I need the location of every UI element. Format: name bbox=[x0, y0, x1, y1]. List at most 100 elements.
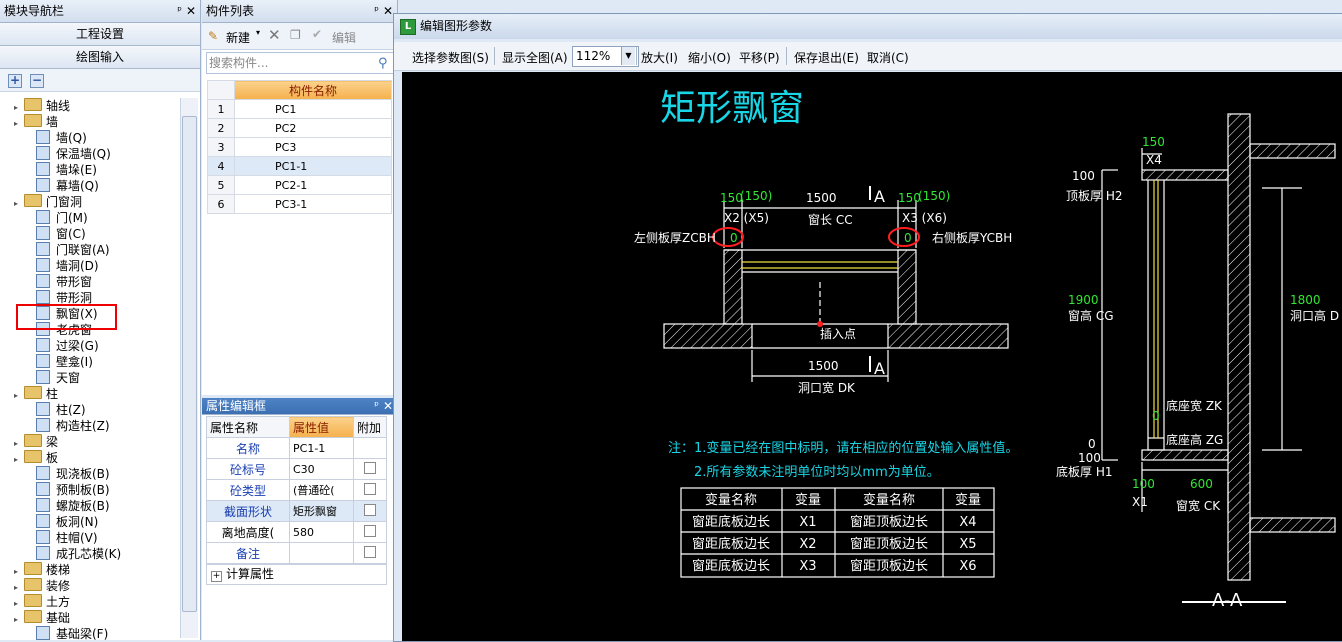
section-mark-bottom: A bbox=[874, 359, 885, 378]
tree-item[interactable]: 天窗 bbox=[36, 370, 80, 386]
menu-zoom-out[interactable]: 缩小(O) bbox=[688, 49, 731, 66]
property-value[interactable]: (普通砼( bbox=[289, 479, 354, 501]
tree-item[interactable]: 预制板(B) bbox=[36, 482, 110, 498]
table-row[interactable]: 2 PC2 bbox=[207, 118, 392, 138]
close-icon[interactable]: ✕ bbox=[383, 0, 393, 22]
search-icon[interactable]: ⚲ bbox=[378, 56, 388, 71]
tree-item[interactable]: 现浇板(B) bbox=[36, 466, 110, 482]
tree-item[interactable]: 保温墙(Q) bbox=[36, 146, 111, 162]
table-row[interactable]: 3 PC3 bbox=[207, 137, 392, 157]
component-name-cell[interactable]: PC1-1 bbox=[234, 156, 392, 176]
table-row[interactable]: 1 PC1 bbox=[207, 99, 392, 119]
chevron-down-icon[interactable]: ▼ bbox=[621, 47, 635, 65]
expand-arrow-icon[interactable]: ▸ bbox=[14, 116, 24, 132]
component-name-cell[interactable]: PC1 bbox=[234, 99, 392, 119]
property-row[interactable]: 离地高度(580 bbox=[206, 521, 387, 543]
tree-item[interactable]: 门联窗(A) bbox=[36, 242, 110, 258]
extra-checkbox[interactable] bbox=[364, 525, 376, 537]
pin-icon[interactable]: ᵖ bbox=[177, 0, 182, 22]
tree-item[interactable]: 墙洞(D) bbox=[36, 258, 99, 274]
property-value[interactable]: C30 bbox=[289, 458, 354, 480]
menu-cancel[interactable]: 取消(C) bbox=[867, 49, 909, 66]
tree-item[interactable]: 柱帽(V) bbox=[36, 530, 98, 546]
component-icon bbox=[36, 130, 50, 144]
project-settings-button[interactable]: 工程设置 bbox=[0, 23, 200, 46]
expand-arrow-icon[interactable]: ▸ bbox=[14, 196, 24, 212]
expand-arrow-icon[interactable]: ▸ bbox=[14, 452, 24, 468]
extra-checkbox[interactable] bbox=[364, 462, 376, 474]
component-name-cell[interactable]: PC3-1 bbox=[234, 194, 392, 214]
expand-all-icon[interactable]: + bbox=[8, 74, 22, 88]
tree-item[interactable]: 成孔芯模(K) bbox=[36, 546, 121, 562]
tree-item[interactable]: 构造柱(Z) bbox=[36, 418, 110, 434]
tree-item[interactable]: 基础梁(F) bbox=[36, 626, 108, 640]
tree-folder[interactable]: ▸ 装修 bbox=[14, 578, 70, 594]
close-icon[interactable]: ✕ bbox=[383, 398, 393, 414]
tree-item[interactable]: 螺旋板(B) bbox=[36, 498, 110, 514]
component-name-cell[interactable]: PC3 bbox=[234, 137, 392, 157]
delete-icon[interactable]: ✕ bbox=[268, 26, 281, 44]
menu-save-exit[interactable]: 保存退出(E) bbox=[794, 49, 859, 66]
menu-pan[interactable]: 平移(P) bbox=[739, 49, 780, 66]
copy-icon[interactable]: ❐ bbox=[290, 28, 301, 42]
property-row[interactable]: 名称 PC1-1 bbox=[206, 437, 387, 459]
tree-folder[interactable]: ▸ 楼梯 bbox=[14, 562, 70, 578]
property-value[interactable]: 580 bbox=[289, 521, 354, 543]
tree-folder[interactable]: ▸ 土方 bbox=[14, 594, 70, 610]
dropdown-icon[interactable]: ▾ bbox=[256, 28, 260, 37]
property-name: 截面形状 bbox=[206, 500, 290, 522]
property-row[interactable]: 截面形状 矩形飘窗 bbox=[206, 500, 387, 522]
menu-zoom-in[interactable]: 放大(I) bbox=[641, 49, 678, 66]
table-row[interactable]: 6 PC3-1 bbox=[207, 194, 392, 214]
label-seat-width: 底座宽 ZK bbox=[1166, 398, 1223, 413]
close-icon[interactable]: ✕ bbox=[186, 0, 196, 22]
expand-arrow-icon[interactable]: ▸ bbox=[14, 388, 24, 404]
dim-1500-bottom: 1500 bbox=[808, 359, 839, 373]
collapse-all-icon[interactable]: − bbox=[30, 74, 44, 88]
expand-arrow-icon[interactable]: ▸ bbox=[14, 612, 24, 628]
tree-scroll-thumb[interactable] bbox=[182, 116, 197, 612]
tree-item[interactable]: 幕墙(Q) bbox=[36, 178, 99, 194]
extra-checkbox[interactable] bbox=[364, 546, 376, 558]
tree-folder[interactable]: ▸ 梁 bbox=[14, 434, 58, 450]
drawing-canvas[interactable]: 矩形飘窗 150 (150) 1500 150 (150) A X2 (X5) … bbox=[402, 72, 1342, 641]
expand-icon[interactable]: + bbox=[211, 571, 222, 582]
tree-folder[interactable]: ▸ 柱 bbox=[14, 386, 58, 402]
table-row[interactable]: 5 PC2-1 bbox=[207, 175, 392, 195]
extra-checkbox[interactable] bbox=[364, 483, 376, 495]
pin-icon[interactable]: ᵖ bbox=[374, 398, 379, 414]
property-row[interactable]: 砼类型 (普通砼( bbox=[206, 479, 387, 501]
tree-item[interactable]: 窗(C) bbox=[36, 226, 86, 242]
drawing-input-button[interactable]: 绘图输入 bbox=[0, 46, 200, 69]
tree-item[interactable]: 过梁(G) bbox=[36, 338, 99, 354]
tree-item[interactable]: 带形窗 bbox=[36, 274, 92, 290]
calc-props-row[interactable]: + 计算属性 bbox=[206, 564, 387, 585]
property-value[interactable]: PC1-1 bbox=[289, 437, 354, 459]
property-value[interactable]: 矩形飘窗 bbox=[289, 500, 354, 522]
tree-folder[interactable]: ▸ 板 bbox=[14, 450, 58, 466]
new-button[interactable]: 新建 bbox=[226, 29, 250, 46]
tree-folder[interactable]: ▸ 墙 bbox=[14, 114, 58, 130]
pin-icon[interactable]: ᵖ bbox=[374, 0, 379, 22]
menu-select-param-image[interactable]: 选择参数图(S) bbox=[412, 49, 489, 66]
edit-button[interactable]: 编辑 bbox=[332, 29, 356, 46]
tree-folder[interactable]: ▸ 门窗洞 bbox=[14, 194, 82, 210]
tree-item[interactable]: 墙垛(E) bbox=[36, 162, 97, 178]
tree-folder[interactable]: ▸ 轴线 bbox=[14, 98, 70, 114]
component-name-cell[interactable]: PC2 bbox=[234, 118, 392, 138]
tree-item[interactable]: 门(M) bbox=[36, 210, 88, 226]
tree-item[interactable]: 壁龛(I) bbox=[36, 354, 93, 370]
property-row[interactable]: 砼标号 C30 bbox=[206, 458, 387, 480]
component-search-input[interactable]: 搜索构件... bbox=[206, 52, 395, 74]
extra-checkbox[interactable] bbox=[364, 504, 376, 516]
menu-show-all[interactable]: 显示全图(A) bbox=[502, 49, 568, 66]
tree-item[interactable]: 柱(Z) bbox=[36, 402, 86, 418]
property-value[interactable] bbox=[289, 542, 354, 564]
property-row[interactable]: 备注 bbox=[206, 542, 387, 564]
tree-folder[interactable]: ▸ 基础 bbox=[14, 610, 70, 626]
tree-item[interactable]: 板洞(N) bbox=[36, 514, 98, 530]
component-name-cell[interactable]: PC2-1 bbox=[234, 175, 392, 195]
tree-item[interactable]: 墙(Q) bbox=[36, 130, 87, 146]
dialog-toolbar: 选择参数图(S) 显示全图(A) 112% ▼ 放大(I) 缩小(O) 平移(P… bbox=[394, 42, 1342, 71]
table-row[interactable]: 4 PC1-1 bbox=[207, 156, 392, 176]
